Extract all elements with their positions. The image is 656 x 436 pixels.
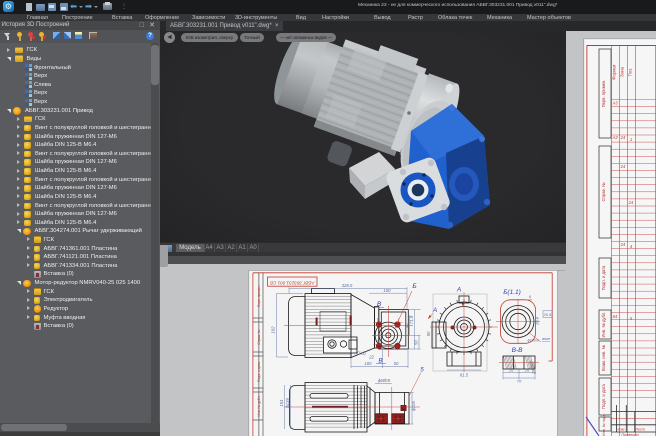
svg-text:Справ. №: Справ. № — [257, 329, 261, 345]
svg-text:100: 100 — [383, 288, 391, 293]
svg-text:84: 84 — [613, 314, 618, 319]
svg-text:20.6: 20.6 — [543, 312, 553, 317]
svg-text:24: 24 — [620, 135, 626, 140]
svg-text:1: 1 — [630, 137, 632, 142]
svg-text:Зона: Зона — [620, 66, 625, 77]
svg-text:ϕ60h8: ϕ60h8 — [378, 378, 391, 383]
svg-text:ание: ание — [542, 337, 550, 341]
svg-text:А: А — [456, 287, 461, 294]
svg-text:70: 70 — [517, 379, 522, 384]
svg-text:Перв. примен.: Перв. примен. — [257, 285, 261, 308]
svg-text:А(1:1): А(1:1) — [353, 351, 366, 356]
svg-text:50: 50 — [413, 340, 418, 345]
svg-text:24: 24 — [620, 164, 626, 169]
svg-text:Перв. примен.: Перв. примен. — [601, 80, 606, 108]
svg-text:В-В: В-В — [512, 347, 524, 354]
svg-text:А: А — [432, 307, 437, 314]
svg-text:100: 100 — [364, 361, 372, 366]
svg-text:40: 40 — [404, 323, 409, 328]
svg-text:Инв. № подл.: Инв. № подл. — [602, 413, 606, 435]
svg-text:328.5: 328.5 — [342, 283, 353, 288]
svg-text:Б: Б — [412, 283, 416, 290]
svg-text:20.8: 20.8 — [534, 316, 539, 326]
svg-text:ϕ18h8: ϕ18h8 — [527, 338, 539, 343]
svg-text:Взам. инв. №: Взам. инв. № — [601, 345, 606, 371]
svg-text:Лист: Лист — [634, 428, 645, 432]
svg-text:22: 22 — [368, 355, 374, 360]
svg-text:ϕ139: ϕ139 — [285, 398, 290, 408]
svg-text:Инв. № дубл.: Инв. № дубл. — [257, 395, 261, 416]
svg-text:Справ. №: Справ. № — [601, 182, 606, 202]
svg-text:АБВГ.303231.001 СБ: АБВГ.303231.001 СБ — [270, 281, 315, 286]
svg-text:В: В — [377, 301, 382, 308]
svg-text:182: 182 — [270, 326, 275, 334]
svg-text:А3: А3 — [611, 135, 618, 140]
svg-text:Поз.: Поз. — [628, 68, 633, 77]
svg-text:151: 151 — [279, 399, 284, 407]
svg-text:26: 26 — [508, 368, 514, 373]
svg-text:Инв. № дубл.: Инв. № дубл. — [601, 312, 606, 338]
svg-text:26: 26 — [524, 368, 530, 373]
svg-text:Подп. и дата: Подп. и дата — [601, 383, 606, 408]
svg-text:Подп. и дата: Подп. и дата — [601, 265, 606, 290]
svg-text:81.5: 81.5 — [460, 373, 469, 378]
svg-text:50: 50 — [394, 361, 399, 366]
svg-text:24: 24 — [620, 242, 626, 247]
svg-text:Формат: Формат — [612, 64, 617, 80]
svg-text:А3: А3 — [611, 101, 618, 106]
svg-text:Б(1.1): Б(1.1) — [503, 289, 521, 296]
svg-text:24: 24 — [628, 200, 634, 205]
svg-text:Изм: Изм — [617, 428, 624, 432]
svg-text:50: 50 — [426, 331, 431, 336]
svg-text:ϕ105: ϕ105 — [411, 401, 416, 411]
svg-text:71.5: 71.5 — [409, 315, 414, 324]
svg-text:Подп. и дата: Подп. и дата — [257, 362, 261, 382]
